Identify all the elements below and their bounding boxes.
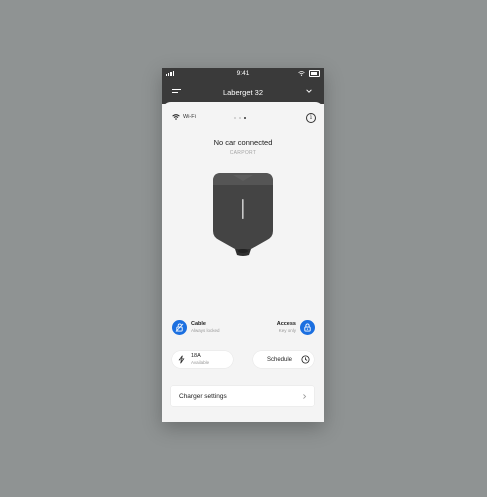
current-control[interactable]: 18A Available <box>172 351 233 368</box>
status-bar: 9:41 <box>162 68 324 80</box>
phone-screen: 9:41 Laberget 32 Wi-Fi i No car connecte… <box>162 68 324 422</box>
access-button[interactable] <box>300 320 315 335</box>
info-icon[interactable]: i <box>306 113 316 123</box>
charger-settings-row[interactable]: Charger settings <box>171 386 314 406</box>
header-title[interactable]: Laberget 32 <box>162 88 324 97</box>
battery-icon <box>309 70 320 77</box>
wifi-icon <box>172 114 180 120</box>
connection-indicator: Wi-Fi <box>172 114 196 120</box>
charger-location: CARPORT <box>229 150 257 156</box>
page-indicator[interactable] <box>234 117 246 119</box>
chevron-right-icon <box>303 393 307 399</box>
current-value: 18A <box>191 353 201 359</box>
page-dot-active[interactable] <box>244 117 246 119</box>
charger-status: No car connected <box>213 138 273 147</box>
app-header: Laberget 32 <box>162 80 324 104</box>
access-sub: Key only <box>278 328 296 333</box>
page-dot[interactable] <box>239 117 241 119</box>
cable-control[interactable]: Cable Always locked <box>172 320 220 335</box>
charger-image <box>213 173 273 256</box>
unlock-icon <box>175 323 184 332</box>
wifi-icon <box>298 70 305 76</box>
chevron-down-icon[interactable] <box>305 87 313 95</box>
lock-icon <box>304 323 311 332</box>
current-sub: Available <box>191 360 210 365</box>
access-label: Access <box>276 321 296 327</box>
connection-label: Wi-Fi <box>183 114 196 120</box>
cable-label: Cable <box>191 321 206 327</box>
page-dot[interactable] <box>234 117 236 119</box>
access-control[interactable]: Access Key only <box>277 320 315 335</box>
charger-card: Wi-Fi i No car connected CARPORT Cable A… <box>162 102 324 422</box>
charger-settings-label: Charger settings <box>179 392 227 400</box>
cable-button[interactable] <box>172 320 187 335</box>
clock-icon <box>301 355 310 364</box>
schedule-label: Schedule <box>267 356 293 363</box>
cable-sub: Always locked <box>191 328 220 333</box>
bolt-icon <box>178 355 185 364</box>
schedule-button[interactable]: Schedule <box>253 351 314 368</box>
